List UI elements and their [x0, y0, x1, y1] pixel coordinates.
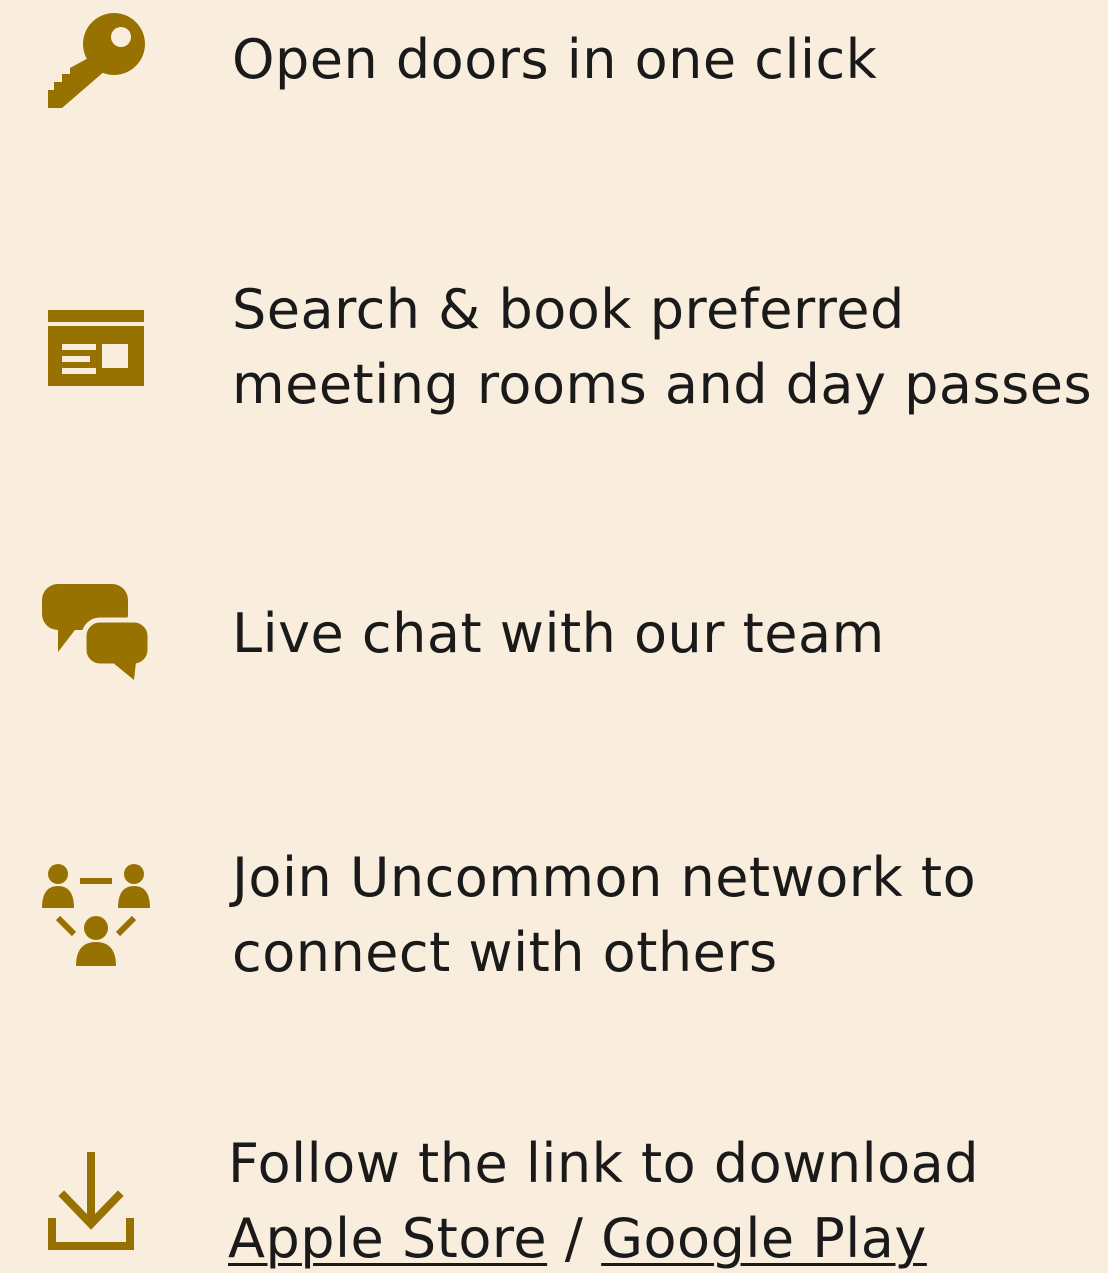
key-icon — [40, 10, 152, 110]
link-separator: / — [547, 1207, 602, 1270]
download-links: Apple Store / Google Play — [228, 1201, 1088, 1273]
chat-bubbles-icon — [40, 582, 152, 682]
booking-calendar-icon — [40, 306, 152, 390]
feature-live-chat-text: Live chat with our team — [232, 596, 1092, 671]
feature-search-book-text: Search & book preferred meeting rooms an… — [232, 272, 1092, 422]
feature-line: Follow the link to download — [228, 1132, 979, 1195]
network-people-icon — [40, 860, 152, 970]
feature-open-doors-text: Open doors in one click — [232, 22, 1092, 97]
feature-line: Live chat with our team — [232, 602, 885, 665]
feature-line: connect with others — [232, 921, 778, 984]
feature-line: Search & book preferred — [232, 278, 905, 341]
google-play-link[interactable]: Google Play — [601, 1207, 927, 1270]
feature-line: Join Uncommon network to — [232, 846, 977, 909]
feature-download-text: Follow the link to download Apple Store … — [228, 1126, 1088, 1273]
download-icon — [40, 1148, 152, 1252]
apple-store-link[interactable]: Apple Store — [228, 1207, 547, 1270]
feature-network-text: Join Uncommon network to connect with ot… — [232, 840, 1092, 990]
feature-line: Open doors in one click — [232, 28, 878, 91]
feature-line: meeting rooms and day passes — [232, 353, 1093, 416]
